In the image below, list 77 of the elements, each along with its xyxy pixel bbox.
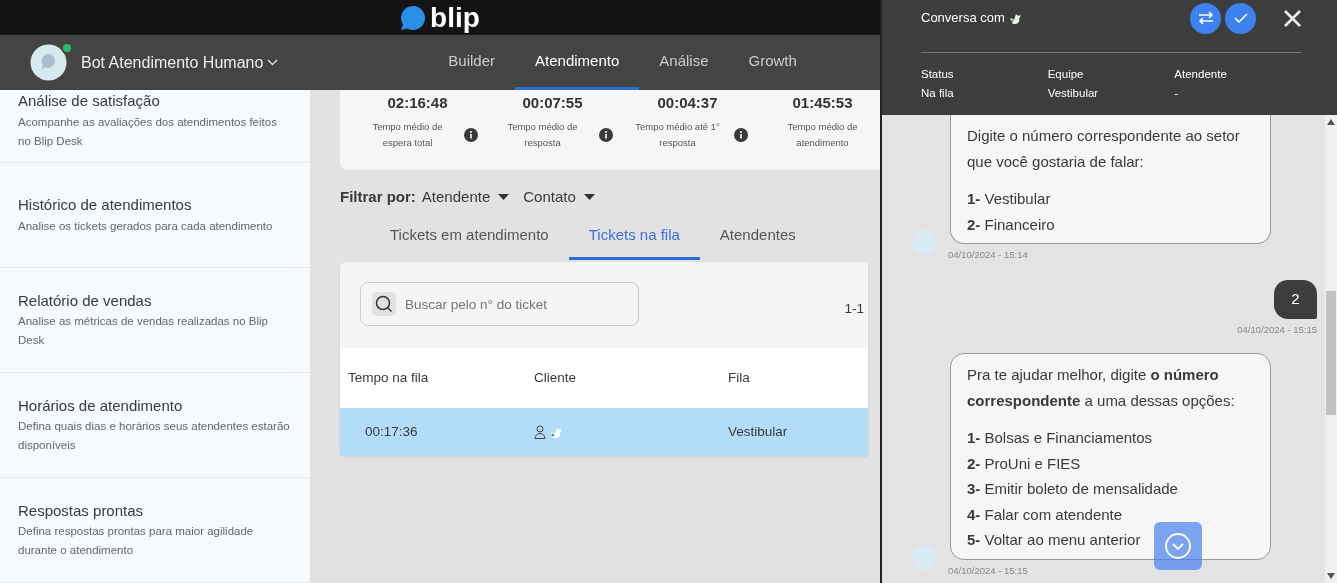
scroll-thumb[interactable] <box>1326 291 1336 415</box>
info-value: Na fila <box>921 86 955 101</box>
column-header: Cliente <box>534 368 578 387</box>
message-time: 04/10/2024 - 15:14 <box>948 248 1029 262</box>
search-icon <box>372 292 396 316</box>
info-icon[interactable] <box>733 127 748 142</box>
stat-label: Tempo médio de resposta <box>506 119 579 150</box>
stat-label: Tempo médio de atendimento <box>786 119 859 150</box>
info-label: Equipe <box>1047 67 1085 82</box>
table-row[interactable]: 00:17:36 Vestibular <box>340 408 868 456</box>
info-icon[interactable] <box>463 127 478 142</box>
scroll-down-icon <box>1327 573 1335 579</box>
nav-tab[interactable]: Análise <box>639 35 729 90</box>
stat-value: 00:04:37 <box>657 93 718 113</box>
message-text: Digite o número correspondente ao setor que você gostaria de falar: <box>967 126 1241 172</box>
table-cell-text: 00:17:36 <box>364 422 419 441</box>
menu-item-title[interactable]: Respostas prontas <box>18 499 292 523</box>
menu-item-description: Analise as métricas de vendas realizadas no Blip Desk <box>18 314 269 349</box>
message-text: 2- ProUni e FIES <box>967 453 1081 474</box>
logo-icon <box>400 4 427 31</box>
user-message-bubble: 2 <box>1274 280 1317 319</box>
message-text: 1- Bolsas e Financiamentos <box>967 428 1153 448</box>
swap-arrows-icon <box>1196 10 1215 26</box>
menu-item-title[interactable]: Análise de satisfação <box>18 90 292 113</box>
message-time: 04/10/2024 - 15:15 <box>948 563 1029 578</box>
menu-item-description: Analise os tickets gerados para cada atendimento <box>18 218 274 234</box>
bot-selector[interactable]: Bot Atendimento Humano <box>67 50 279 75</box>
menu-item-title[interactable]: Relatório de vendas <box>18 289 292 313</box>
ticket-tab[interactable]: Atendentes <box>699 214 816 260</box>
pagination-text: 1-1 <box>844 300 864 318</box>
menu-item-title[interactable]: Histórico de atendimentos <box>18 194 292 217</box>
stat-label: Tempo médio até 1° resposta <box>634 119 721 150</box>
menu-item-description: Defina quais dias e horários seus atendentes estarão disponíveis <box>18 419 291 454</box>
message-time: 04/10/2024 - 15:15 <box>1237 322 1317 337</box>
filter-label: Filtrar por: <box>340 187 416 207</box>
person-icon <box>534 425 546 439</box>
message-text: Pra te ajudar melhor, digite o número correspondente a uma dessas opções: <box>967 365 1236 411</box>
ticket-tab[interactable]: Tickets em atendimento <box>370 214 569 260</box>
scrollbar[interactable] <box>1325 115 1337 583</box>
close-icon <box>1284 10 1301 28</box>
message-text: 4- Falar com atendente <box>967 504 1123 525</box>
bot-avatar <box>30 44 67 81</box>
caret-icon <box>498 194 510 201</box>
stat-label: Tempo médio de espera total <box>371 119 444 150</box>
resolve-button[interactable] <box>1225 2 1256 34</box>
search-field[interactable]: Buscar pelo n° do ticket <box>360 282 639 326</box>
column-header: Fila <box>728 368 751 387</box>
filter-dropdown[interactable]: Contato <box>523 186 595 209</box>
message-text: 5- Voltar ao menu anterior <box>967 530 1141 550</box>
stat-value: 01:45:53 <box>792 93 853 113</box>
scroll-to-bottom-button[interactable] <box>1154 522 1202 570</box>
menu-item-description: Acompanhe as avaliações dos atendimentos feitos no Blip Desk <box>18 114 278 149</box>
info-label: Status <box>921 67 955 82</box>
stat-value: 02:16:48 <box>387 93 448 113</box>
chevron-down-icon <box>267 59 279 66</box>
chevron-circle-down-icon <box>1164 532 1192 560</box>
message-text: 3- Emitir boleto de mensalidade <box>967 479 1178 499</box>
filter-dropdown[interactable]: Atendente <box>421 186 510 209</box>
scroll-up-icon <box>1327 119 1335 125</box>
info-value: Vestibular <box>1047 86 1100 101</box>
logo-text: blip <box>430 3 480 32</box>
caret-icon <box>583 194 595 201</box>
conversation-title: Conversa com <box>921 9 1005 28</box>
info-value: - <box>1174 86 1180 101</box>
nav-tab[interactable]: Growth <box>728 35 817 90</box>
check-icon <box>1233 13 1248 23</box>
nav-tab[interactable]: Builder <box>428 35 516 90</box>
transfer-button[interactable] <box>1190 2 1221 34</box>
table-cell-text: Vestibular <box>728 422 789 441</box>
column-header: Tempo na fila <box>347 368 430 387</box>
info-label: Atendente <box>1174 67 1228 82</box>
menu-item-description: Defina respostas prontas para maior agilidade durante o atendimento <box>18 524 255 559</box>
info-icon[interactable] <box>598 127 613 142</box>
stat-value: 00:07:55 <box>522 93 583 113</box>
message-text: 2- Financeiro <box>967 214 1055 235</box>
message-text: 1- Vestibular <box>967 189 1051 209</box>
menu-item-title[interactable]: Horários de atendimento <box>18 394 292 418</box>
